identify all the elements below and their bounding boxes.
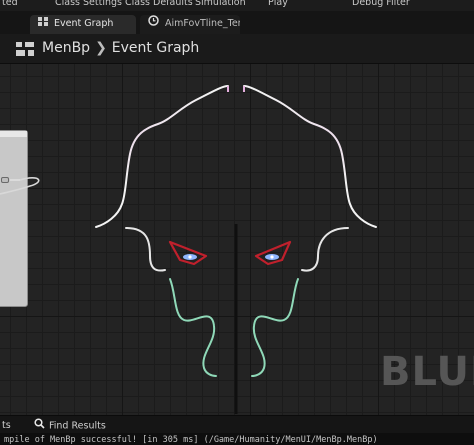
toolbar-item-edited[interactable]: ted [2,0,18,8]
wire [169,278,217,377]
tab-find-results[interactable]: Find Results [34,418,106,434]
tab-bottom-left[interactable]: ts [2,418,11,434]
wire [125,227,166,272]
tab-timeline[interactable]: AimFovTline_Temp [140,15,240,34]
tab-label: Event Graph [54,18,114,29]
toolbar-simulation[interactable]: Simulation [195,0,246,8]
toolbar-play[interactable]: Play [268,0,288,8]
eye [254,240,292,266]
compiler-log: mpile of MenBp successful! [in 305 ms] (… [0,433,474,445]
editor-toolbar: ted Class Settings Class Defaults Simula… [0,0,474,11]
breadcrumb: MenBp ❯ Event Graph [42,40,199,56]
toolbar-class-settings[interactable]: Class Settings [55,0,122,8]
tab-label: Find Results [49,420,106,432]
blueprint-watermark: BLUE [380,349,474,395]
tab-label: ts [2,420,11,431]
toolbar-class-defaults[interactable]: Class Defaults [125,0,193,8]
grid-icon [38,15,48,32]
wire [95,85,229,228]
toolbar-debug-filter[interactable]: Debug Filter [352,0,410,8]
document-tab-bar: Event Graph AimFovTline_Temp [0,11,474,34]
clock-icon [148,15,159,32]
log-message: mpile of MenBp successful! [in 305 ms] (… [4,435,378,445]
tab-label: AimFovTline_Temp [165,18,240,29]
eye [168,240,208,266]
wire [243,85,377,228]
tab-event-graph[interactable]: Event Graph [30,15,136,34]
graph-canvas[interactable]: BLUE [0,64,474,415]
search-icon [34,418,45,434]
breadcrumb-graph: Event Graph [111,40,200,56]
chevron-right-icon: ❯ [95,40,107,56]
wire [251,278,299,377]
blueprint-graph-icon [16,42,34,56]
graph-header: MenBp ❯ Event Graph [0,34,474,64]
bottom-tab-bar: ts Find Results [0,415,474,433]
wire [301,227,349,272]
breadcrumb-blueprint[interactable]: MenBp [42,40,90,56]
